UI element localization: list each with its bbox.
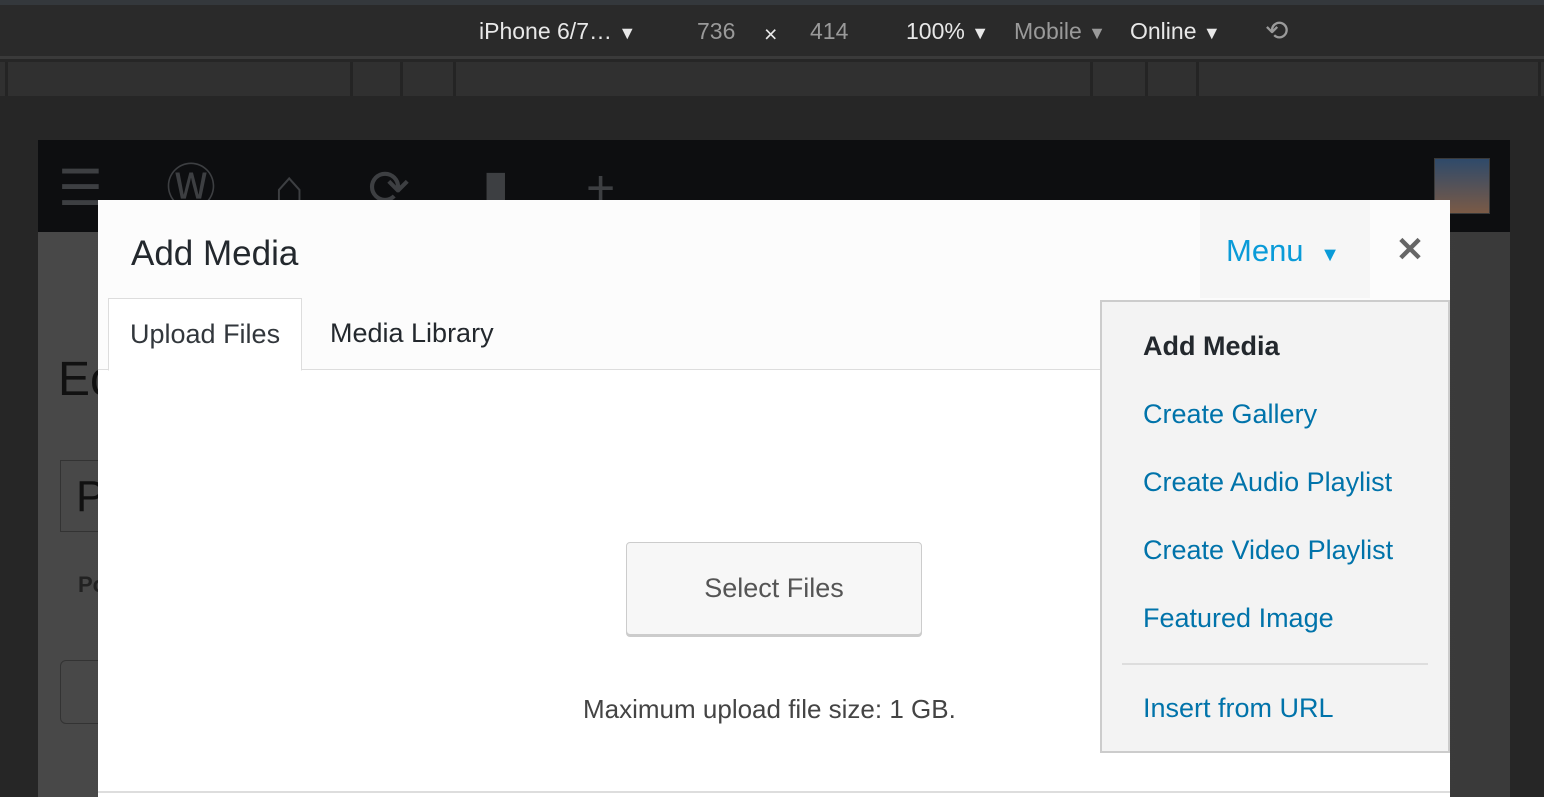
media-menu-dropdown: Add Media Create Gallery Create Audio Pl… (1100, 300, 1450, 753)
modal-footer (98, 791, 1450, 797)
menu-item-add-media[interactable]: Add Media (1143, 331, 1280, 362)
modal-title: Add Media (131, 234, 299, 273)
times-icon: × (764, 21, 778, 47)
dropdown-arrow-icon: ▼ (1088, 23, 1106, 43)
mode-select[interactable]: Mobile ▼ (1014, 18, 1106, 45)
device-label: iPhone 6/7… (479, 18, 612, 44)
menu-separator (1122, 663, 1428, 665)
menu-item-create-audio-playlist[interactable]: Create Audio Playlist (1143, 467, 1392, 498)
rotate-icon[interactable]: ⟲ (1265, 14, 1288, 47)
height-input[interactable]: 414 (810, 18, 848, 45)
hamburger-menu-icon[interactable]: ☰ (58, 158, 103, 218)
zoom-select[interactable]: 100% ▼ (906, 18, 989, 45)
network-select[interactable]: Online ▼ (1130, 18, 1221, 45)
menu-item-create-gallery[interactable]: Create Gallery (1143, 399, 1317, 430)
menu-label: Menu (1226, 233, 1304, 268)
max-upload-size: Maximum upload file size: 1 GB. (583, 694, 956, 724)
tab-media-library[interactable]: Media Library (309, 298, 515, 370)
menu-item-insert-from-url[interactable]: Insert from URL (1143, 693, 1334, 724)
close-icon[interactable]: ✕ (1370, 200, 1450, 298)
media-query-ruler[interactable] (0, 62, 1544, 96)
dropdown-arrow-icon: ▼ (618, 23, 637, 43)
mode-label: Mobile (1014, 18, 1082, 44)
network-label: Online (1130, 18, 1197, 44)
device-toolbar: iPhone 6/7… ▼ 736 × 414 100% ▼ Mobile ▼ … (0, 5, 1544, 59)
tab-upload-files[interactable]: Upload Files (108, 298, 303, 371)
menu-item-create-video-playlist[interactable]: Create Video Playlist (1143, 535, 1393, 566)
dropdown-arrow-icon: ▼ (971, 23, 990, 43)
dropdown-arrow-icon: ▼ (1320, 244, 1340, 266)
width-input[interactable]: 736 (697, 18, 735, 45)
menu-button[interactable]: Menu ▼ (1200, 200, 1370, 298)
zoom-label: 100% (906, 18, 965, 44)
menu-item-featured-image[interactable]: Featured Image (1143, 603, 1334, 634)
dropdown-arrow-icon: ▼ (1202, 23, 1221, 43)
select-files-button[interactable]: Select Files (626, 542, 922, 635)
device-select[interactable]: iPhone 6/7… ▼ (479, 18, 636, 45)
modal-header: Add Media Menu ▼ ✕ (98, 200, 1450, 298)
